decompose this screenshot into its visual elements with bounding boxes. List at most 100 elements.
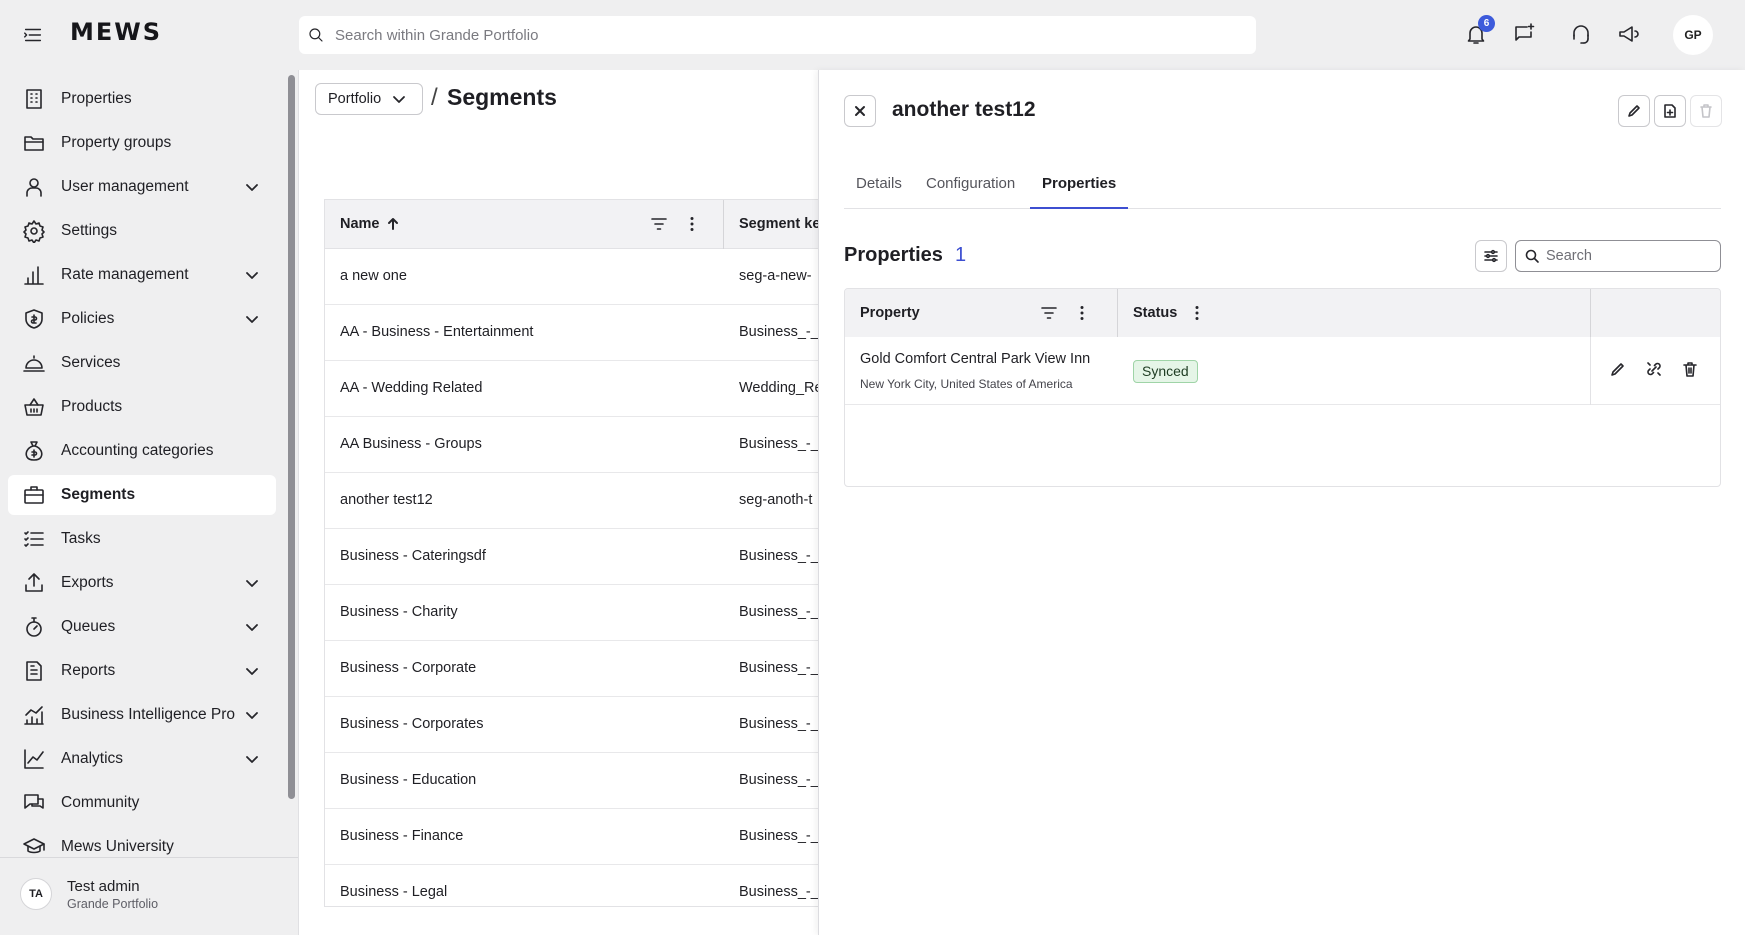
more-vertical-icon[interactable] bbox=[683, 215, 701, 233]
segment-key-cell: seg-anoth-t bbox=[739, 492, 813, 508]
sidebar-item-label: User management bbox=[61, 178, 189, 195]
sidebar-item-community[interactable]: Community bbox=[8, 783, 276, 823]
tab-configuration[interactable]: Configuration bbox=[914, 173, 1027, 209]
basket-icon bbox=[22, 395, 46, 419]
table-row[interactable]: Business - Corporates Business_-_ bbox=[325, 697, 819, 753]
sidebar-item-label: Community bbox=[61, 794, 140, 811]
unlink-icon[interactable] bbox=[1645, 360, 1665, 380]
announcements-button[interactable] bbox=[1617, 22, 1643, 48]
sidebar-item-label: Business Intelligence Pro bbox=[61, 706, 236, 723]
tab-properties[interactable]: Properties bbox=[1030, 173, 1129, 209]
column-divider[interactable] bbox=[1117, 289, 1118, 337]
global-search[interactable] bbox=[299, 16, 1256, 54]
table-row[interactable]: Business - Finance Business_-_ bbox=[325, 809, 819, 865]
menu-toggle-icon[interactable] bbox=[22, 24, 44, 46]
table-row[interactable]: AA - Wedding Related Wedding_Re bbox=[325, 361, 819, 417]
chevron-down-icon[interactable] bbox=[244, 267, 260, 283]
chevron-down-icon[interactable] bbox=[244, 179, 260, 195]
mews-logo[interactable]: MEWS bbox=[70, 18, 162, 46]
table-row[interactable]: Business - Education Business_-_ bbox=[325, 753, 819, 809]
sidebar-item-segments[interactable]: Segments bbox=[8, 475, 276, 515]
segment-name-cell: Business - Charity bbox=[340, 604, 458, 620]
chevron-down-icon[interactable] bbox=[244, 619, 260, 635]
table-row[interactable]: a new one seg-a-new- bbox=[325, 249, 819, 305]
account-avatar[interactable]: GP bbox=[1673, 15, 1713, 55]
table-row[interactable]: another test12 seg-anoth-t bbox=[325, 473, 819, 529]
building-icon bbox=[22, 87, 46, 111]
global-search-input[interactable] bbox=[335, 26, 1215, 44]
properties-search-input[interactable] bbox=[1546, 248, 1716, 264]
sidebar-item-exports[interactable]: Exports bbox=[8, 563, 276, 603]
column-settings-button[interactable] bbox=[1475, 240, 1507, 272]
user-organization: Grande Portfolio bbox=[67, 897, 159, 911]
column-header-status[interactable]: Status bbox=[1133, 305, 1177, 321]
notifications-button[interactable]: 6 bbox=[1464, 15, 1495, 48]
tab-details[interactable]: Details bbox=[844, 173, 914, 209]
gear-icon bbox=[22, 219, 46, 243]
sidebar-item-tasks[interactable]: Tasks bbox=[8, 519, 276, 559]
properties-table-header: Property Status bbox=[845, 289, 1720, 337]
trash-icon bbox=[1698, 103, 1714, 119]
panel-title: another test12 bbox=[892, 98, 1036, 121]
close-panel-button[interactable] bbox=[844, 95, 876, 127]
column-header-segment-key[interactable]: Segment ke bbox=[739, 216, 819, 232]
sidebar-item-properties[interactable]: Properties bbox=[8, 79, 276, 119]
column-header-name[interactable]: Name bbox=[340, 216, 400, 232]
more-vertical-icon[interactable] bbox=[1073, 304, 1091, 322]
portfolio-breadcrumb-dropdown[interactable]: Portfolio bbox=[315, 83, 423, 115]
table-row[interactable]: AA - Business - Entertainment Business_-_ bbox=[325, 305, 819, 361]
sort-ascending-icon bbox=[380, 217, 400, 231]
user-avatar[interactable]: TA bbox=[20, 878, 52, 910]
column-divider[interactable] bbox=[1590, 289, 1591, 337]
table-row[interactable]: AA Business - Groups Business_-_ bbox=[325, 417, 819, 473]
sidebar-item-accounting-categories[interactable]: Accounting categories bbox=[8, 431, 276, 471]
table-row[interactable]: Business - Corporate Business_-_ bbox=[325, 641, 819, 697]
column-divider[interactable] bbox=[723, 200, 724, 249]
sidebar-item-property-groups[interactable]: Property groups bbox=[8, 123, 276, 163]
trash-icon[interactable] bbox=[1681, 360, 1701, 380]
sidebar-item-services[interactable]: Services bbox=[8, 343, 276, 383]
sidebar-item-label: Exports bbox=[61, 574, 114, 591]
assign-properties-button[interactable] bbox=[1654, 95, 1686, 127]
chevron-down-icon[interactable] bbox=[244, 311, 260, 327]
task-list-icon bbox=[22, 527, 46, 551]
segment-key-cell: Business_-_ bbox=[739, 604, 819, 620]
table-row[interactable]: Business - Legal Business_-_ bbox=[325, 865, 819, 906]
help-button[interactable] bbox=[1569, 22, 1595, 48]
chevron-down-icon[interactable] bbox=[244, 575, 260, 591]
chevron-down-icon[interactable] bbox=[244, 751, 260, 767]
table-row[interactable]: Business - Charity Business_-_ bbox=[325, 585, 819, 641]
column-header-property[interactable]: Property bbox=[860, 305, 920, 321]
sidebar-item-settings[interactable]: Settings bbox=[8, 211, 276, 251]
sidebar-item-user-management[interactable]: User management bbox=[8, 167, 276, 207]
properties-search[interactable] bbox=[1515, 240, 1721, 272]
segment-name-cell: Business - Education bbox=[340, 772, 477, 788]
pencil-icon bbox=[1626, 103, 1642, 119]
search-icon bbox=[307, 26, 325, 44]
sidebar-item-queues[interactable]: Queues bbox=[8, 607, 276, 647]
segment-name-cell: AA Business - Groups bbox=[340, 436, 482, 452]
more-vertical-icon[interactable] bbox=[1188, 304, 1206, 322]
sidebar-item-mews-university[interactable]: Mews University bbox=[8, 827, 276, 867]
edit-row-icon[interactable] bbox=[1609, 360, 1629, 380]
delete-segment-button[interactable] bbox=[1690, 95, 1722, 127]
bar-chart-icon bbox=[22, 263, 46, 287]
table-row[interactable]: Business - Cateringsdf Business_-_ bbox=[325, 529, 819, 585]
sidebar-scrollbar[interactable] bbox=[288, 75, 295, 799]
sidebar-item-rate-management[interactable]: Rate management bbox=[8, 255, 276, 295]
edit-segment-button[interactable] bbox=[1618, 95, 1650, 127]
sidebar-item-policies[interactable]: Policies bbox=[8, 299, 276, 339]
segment-name-cell: AA - Wedding Related bbox=[340, 380, 483, 396]
table-row[interactable]: Gold Comfort Central Park View Inn New Y… bbox=[845, 337, 1720, 405]
ai-assistant-button[interactable] bbox=[1512, 22, 1538, 48]
user-name[interactable]: Test admin bbox=[67, 878, 140, 895]
sidebar-item-reports[interactable]: Reports bbox=[8, 651, 276, 691]
chevron-down-icon[interactable] bbox=[244, 707, 260, 723]
filter-icon[interactable] bbox=[650, 215, 668, 233]
sidebar-item-business-intelligence-pro[interactable]: Business Intelligence Pro bbox=[8, 695, 276, 735]
sidebar-item-products[interactable]: Products bbox=[8, 387, 276, 427]
chevron-down-icon[interactable] bbox=[244, 663, 260, 679]
top-bar: MEWS 6 GP bbox=[0, 0, 1745, 70]
sidebar-item-analytics[interactable]: Analytics bbox=[8, 739, 276, 779]
filter-icon[interactable] bbox=[1040, 304, 1058, 322]
